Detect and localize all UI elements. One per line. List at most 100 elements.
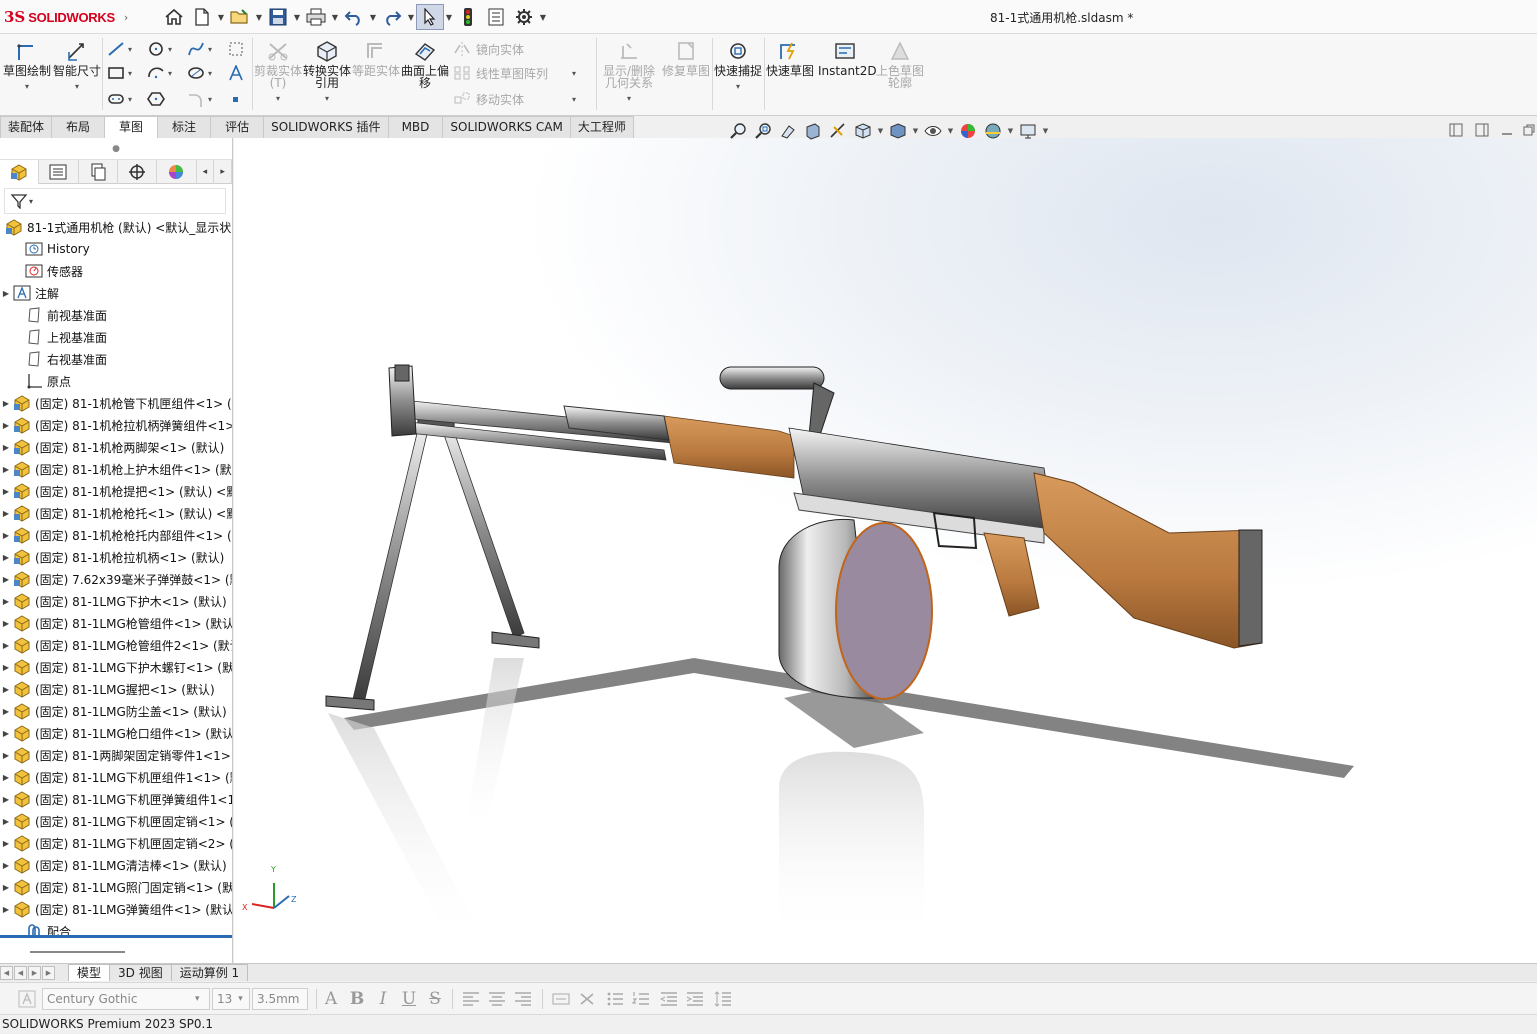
smart-dimension-button[interactable]: 智能尺寸 ▾ bbox=[53, 38, 101, 112]
new-document-button[interactable] bbox=[188, 4, 216, 30]
tree-item-component[interactable]: ▶ (固定) 81-1LMG下机匣组件1<1> (默认) bbox=[0, 766, 232, 788]
expand-arrow-icon[interactable]: ▶ bbox=[0, 861, 12, 870]
zoom-to-fit-button[interactable] bbox=[726, 121, 750, 141]
decrease-indent-button[interactable] bbox=[658, 988, 680, 1010]
font-name-select[interactable]: Century Gothic bbox=[42, 988, 210, 1010]
tree-item-component[interactable]: ▶ (固定) 81-1LMG下护木螺钉<1> (默认) bbox=[0, 656, 232, 678]
file-properties-button[interactable] bbox=[482, 4, 510, 30]
tree-item-component[interactable]: ▶ (固定) 81-1机枪枪托<1> (默认) <默认_显示状态> bbox=[0, 502, 232, 524]
tree-item-component[interactable]: ▶ (固定) 81-1LMG下机匣固定销<2> (默认) bbox=[0, 832, 232, 854]
rebuild-button[interactable] bbox=[454, 4, 482, 30]
tree-root-assembly[interactable]: 81-1式通用机枪 (默认) <默认_显示状态-1> bbox=[0, 216, 232, 238]
align-right-button[interactable] bbox=[512, 988, 534, 1010]
mirror-entities-button[interactable]: 镜向实体 bbox=[452, 38, 524, 60]
tree-item-plane[interactable]: 右视基准面 bbox=[0, 348, 232, 370]
home-button[interactable] bbox=[160, 4, 188, 30]
chevron-down-icon[interactable]: ▼ bbox=[946, 127, 955, 135]
tab-cam[interactable]: SOLIDWORKS CAM bbox=[442, 116, 571, 138]
expand-arrow-icon[interactable]: ▶ bbox=[0, 905, 12, 914]
expand-arrow-icon[interactable]: ▶ bbox=[0, 487, 12, 496]
dynamic-annotation-button[interactable] bbox=[826, 121, 850, 141]
chevron-down-icon[interactable]: ▼ bbox=[1041, 127, 1050, 135]
circle-tool[interactable]: ▾ bbox=[146, 38, 172, 60]
align-left-button[interactable] bbox=[460, 988, 482, 1010]
tree-item-plane[interactable]: 上视基准面 bbox=[0, 326, 232, 348]
sketch-button[interactable]: 草图绘制 ▾ bbox=[3, 38, 51, 112]
prev-tab-button[interactable]: ◀ bbox=[14, 965, 27, 980]
expand-arrow-icon[interactable]: ▶ bbox=[0, 817, 12, 826]
tab-3d-views[interactable]: 3D 视图 bbox=[109, 964, 172, 981]
expand-arrow-icon[interactable]: ▶ bbox=[0, 773, 12, 782]
shaded-sketch-contours-button[interactable]: 上色草图轮廓 bbox=[876, 38, 924, 112]
font-name-dropdown[interactable]: ▾ bbox=[190, 988, 210, 1010]
text-tool[interactable] bbox=[226, 62, 246, 84]
tile-left-button[interactable] bbox=[1446, 121, 1466, 139]
display-manager-tab[interactable] bbox=[157, 160, 197, 184]
linear-pattern-button[interactable]: 线性草图阵列 ▾ bbox=[452, 62, 576, 84]
tab-assembly[interactable]: 装配体 bbox=[0, 116, 53, 138]
tree-item-component[interactable]: ▶ (固定) 81-1机枪提把<1> (默认) <默认_显示状态> bbox=[0, 480, 232, 502]
expand-arrow-icon[interactable]: ▶ bbox=[0, 597, 12, 606]
horizontal-scrollbar[interactable] bbox=[30, 951, 125, 953]
align-center-button[interactable] bbox=[486, 988, 508, 1010]
underline-button[interactable]: U bbox=[398, 988, 420, 1010]
numbering-button[interactable] bbox=[630, 988, 652, 1010]
open-dropdown-icon[interactable]: ▼ bbox=[254, 13, 264, 22]
bold-a-button[interactable]: A bbox=[320, 988, 342, 1010]
options-button[interactable] bbox=[510, 4, 538, 30]
chevron-down-icon[interactable]: ▼ bbox=[911, 127, 920, 135]
fit-text-button[interactable] bbox=[550, 988, 572, 1010]
save-dropdown-icon[interactable]: ▼ bbox=[292, 13, 302, 22]
font-style-button[interactable] bbox=[16, 988, 38, 1010]
tree-item-component[interactable]: ▶ (固定) 81-1机枪拉机柄弹簧组件<1> (默认) bbox=[0, 414, 232, 436]
expand-arrow-icon[interactable]: ▶ bbox=[0, 663, 12, 672]
previous-view-button[interactable] bbox=[776, 121, 800, 141]
expand-arrow-icon[interactable]: ▶ bbox=[0, 531, 12, 540]
tree-item-component[interactable]: ▶ (固定) 81-1机枪上护木组件<1> (默认) bbox=[0, 458, 232, 480]
expand-arrow-icon[interactable]: ▶ bbox=[0, 729, 12, 738]
tab-layout[interactable]: 布局 bbox=[51, 116, 106, 138]
spline-tool[interactable]: ▾ bbox=[186, 38, 212, 60]
redo-dropdown-icon[interactable]: ▼ bbox=[406, 13, 416, 22]
expand-arrow-icon[interactable]: ▶ bbox=[0, 795, 12, 804]
expand-arrow-icon[interactable]: ▶ bbox=[0, 619, 12, 628]
expand-arrow-icon[interactable]: ▶ bbox=[0, 465, 12, 474]
tree-item-component[interactable]: ▶ (固定) 81-1LMG枪管组件<1> (默认) bbox=[0, 612, 232, 634]
arc-tool[interactable]: ▾ bbox=[146, 62, 172, 84]
bullets-button[interactable] bbox=[604, 988, 626, 1010]
view-settings-button[interactable] bbox=[1016, 121, 1040, 141]
expand-arrow-icon[interactable]: ▶ bbox=[0, 399, 12, 408]
increase-indent-button[interactable] bbox=[684, 988, 706, 1010]
tree-item-origin[interactable]: 原点 bbox=[0, 370, 232, 392]
tab-mbd[interactable]: MBD bbox=[387, 116, 444, 138]
solidworks-logo[interactable]: 3S SOLIDWORKS › bbox=[4, 7, 128, 27]
convert-entities-button[interactable]: 转换实体引用 ▾ bbox=[303, 38, 351, 112]
expand-arrow-icon[interactable]: ▶ bbox=[0, 641, 12, 650]
offset-on-surface-button[interactable]: 曲面上偏移 bbox=[401, 38, 449, 112]
tab-motion-study[interactable]: 运动算例 1 bbox=[170, 964, 249, 981]
graphics-area[interactable]: Y Z X bbox=[234, 138, 1537, 963]
tree-item-component[interactable]: ▶ (固定) 81-1LMG握把<1> (默认) bbox=[0, 678, 232, 700]
tab-sketch[interactable]: 草图 bbox=[104, 116, 159, 138]
rapid-sketch-button[interactable]: 快速草图 bbox=[766, 38, 814, 112]
quick-snaps-button[interactable]: 快速捕捉 ▾ bbox=[714, 38, 762, 112]
pane-grip-handle[interactable]: ● bbox=[0, 138, 232, 160]
rectangle-tool[interactable]: ▾ bbox=[106, 62, 132, 84]
tree-item-component[interactable]: ▶ (固定) 81-1LMG下机匣固定销<1> (默认) bbox=[0, 810, 232, 832]
trim-entities-button[interactable]: 剪裁实体(T) ▾ bbox=[254, 38, 302, 112]
tab-markup[interactable]: 标注 bbox=[157, 116, 212, 138]
chevron-down-icon[interactable]: ▼ bbox=[876, 127, 885, 135]
tab-scroll-left[interactable]: ◂ bbox=[197, 160, 215, 184]
line-spacing-button[interactable] bbox=[712, 988, 734, 1010]
options-dropdown-icon[interactable]: ▼ bbox=[538, 13, 548, 22]
polygon-tool[interactable]: ▾ bbox=[186, 62, 212, 84]
expand-arrow-icon[interactable]: ▶ bbox=[0, 289, 12, 298]
new-dropdown-icon[interactable]: ▼ bbox=[216, 13, 226, 22]
tab-evaluate[interactable]: 评估 bbox=[210, 116, 265, 138]
tree-item-component[interactable]: ▶ (固定) 81-1两脚架固定销零件1<1> (默认) bbox=[0, 744, 232, 766]
chevron-down-icon[interactable]: ▼ bbox=[1006, 127, 1015, 135]
bold-button[interactable]: B bbox=[346, 988, 368, 1010]
expand-arrow-icon[interactable]: ▶ bbox=[0, 751, 12, 760]
tab-addins[interactable]: SOLIDWORKS 插件 bbox=[263, 116, 389, 138]
display-delete-relations-button[interactable]: 显示/删除几何关系 ▾ bbox=[599, 38, 659, 112]
